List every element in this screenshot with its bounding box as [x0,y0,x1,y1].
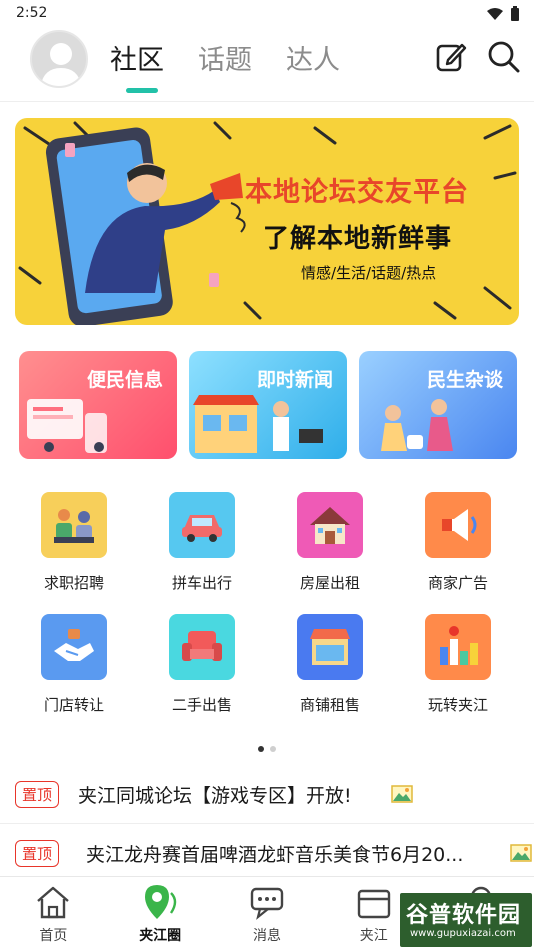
status-bar: 2:52 [0,0,534,28]
nav-label: 夹江圈 [139,928,182,944]
grid-item-ads[interactable]: 商家广告 [394,492,522,614]
grid-item-shop-rent[interactable]: 商铺租售 [266,614,394,736]
grid-label: 求职招聘 [43,574,104,592]
page-dot-active [258,746,264,752]
grid-label: 门店转让 [43,696,104,714]
card-instant-news[interactable]: 即时新闻 [189,351,347,459]
handshake-icon [41,614,107,680]
pinned-post[interactable]: 置顶 夹江龙舟赛首届啤酒龙虾音乐美食节6月20... [0,827,534,879]
site-watermark: 谷普软件园 www.gupuxiazai.com [400,893,532,947]
tab-bar: 社区 话题 达人 [110,38,340,93]
tab-label: 社区 [110,45,164,76]
job-icon [41,492,107,558]
banner-title: 本地论坛交友平台 [245,177,469,208]
compose-icon[interactable] [434,40,468,74]
card-livelihood-talk[interactable]: 民生杂谈 [359,351,517,459]
sofa-icon [169,614,235,680]
pinned-badge: 置顶 [15,780,60,808]
grid-item-house-rent[interactable]: 房屋出租 [266,492,394,614]
shop-icon [297,614,363,680]
post-title: 夹江龙舟赛首届啤酒龙虾音乐美食节6月20... [86,843,464,866]
nav-messages[interactable]: 消息 [214,877,321,950]
divider [0,823,534,824]
tab-label: 话题 [198,45,252,76]
nav-label: 首页 [39,928,68,944]
megaphone-icon [425,492,491,558]
home-icon [37,886,70,919]
grid-item-explore-jiajiang[interactable]: 玩转夹江 [394,614,522,736]
post-title: 夹江同城论坛【游戏专区】开放! [78,784,352,807]
grid-item-store-transfer[interactable]: 门店转让 [10,614,138,736]
tab-label: 达人 [286,45,340,76]
card-convenience-info[interactable]: 便民信息 [19,351,177,459]
page-dot [270,746,276,752]
default-avatar-icon [40,43,82,86]
location-pin-icon [145,885,177,919]
grid-item-second-hand[interactable]: 二手出售 [138,614,266,736]
nav-home[interactable]: 首页 [0,877,107,950]
nav-jiajiang-circle[interactable]: 夹江圈 [107,877,214,950]
pinned-post[interactable]: 置顶 夹江同城论坛【游戏专区】开放! [0,768,534,820]
grid-item-jobs[interactable]: 求职招聘 [10,492,138,614]
avatar[interactable] [30,30,88,88]
calendar-icon [357,889,390,919]
card-title: 便民信息 [86,369,163,391]
watermark-title: 谷普软件园 [406,903,522,928]
status-time: 2:52 [16,5,48,21]
category-grid: 求职招聘 拼车出行 房屋出租 商家广告 门店转让 二手出售 商铺租售 玩转夹江 [10,492,522,736]
feature-cards: 便民信息 即时新闻 民生杂谈 [19,351,517,459]
house-icon [297,492,363,558]
card-title: 民生杂谈 [426,369,503,391]
status-icons [486,6,520,22]
active-tab-indicator [126,88,158,93]
card-title: 即时新闻 [256,369,333,391]
page-indicator [258,746,276,752]
grid-item-carpool[interactable]: 拼车出行 [138,492,266,614]
image-icon [510,844,532,862]
nav-label: 夹江 [359,928,388,944]
promo-banner[interactable]: 本地论坛交友平台 了解本地新鲜事 情感/生活/话题/热点 [15,118,519,325]
banner-subtitle: 了解本地新鲜事 [263,224,453,254]
tab-topics[interactable]: 话题 [198,38,252,77]
grid-label: 商铺租售 [299,696,360,714]
image-icon [391,785,413,803]
grid-label: 二手出售 [171,696,232,714]
grid-row: 求职招聘 拼车出行 房屋出租 商家广告 [10,492,522,614]
grid-row: 门店转让 二手出售 商铺租售 玩转夹江 [10,614,522,736]
top-header: 社区 话题 达人 [0,28,534,102]
chat-icon [250,887,284,920]
city-map-icon [425,614,491,680]
pinned-badge: 置顶 [15,839,60,867]
search-icon[interactable] [487,40,521,74]
battery-icon [511,6,519,21]
grid-label: 商家广告 [427,574,488,592]
grid-label: 房屋出租 [299,574,360,592]
tab-community[interactable]: 社区 [110,38,164,93]
wifi-icon [487,8,503,20]
banner-tags: 情感/生活/话题/热点 [301,264,437,282]
grid-label: 拼车出行 [171,574,232,592]
nav-label: 消息 [252,928,281,944]
watermark-url: www.gupuxiazai.com [410,928,516,939]
tab-experts[interactable]: 达人 [286,38,340,77]
car-icon [169,492,235,558]
grid-label: 玩转夹江 [427,696,488,714]
